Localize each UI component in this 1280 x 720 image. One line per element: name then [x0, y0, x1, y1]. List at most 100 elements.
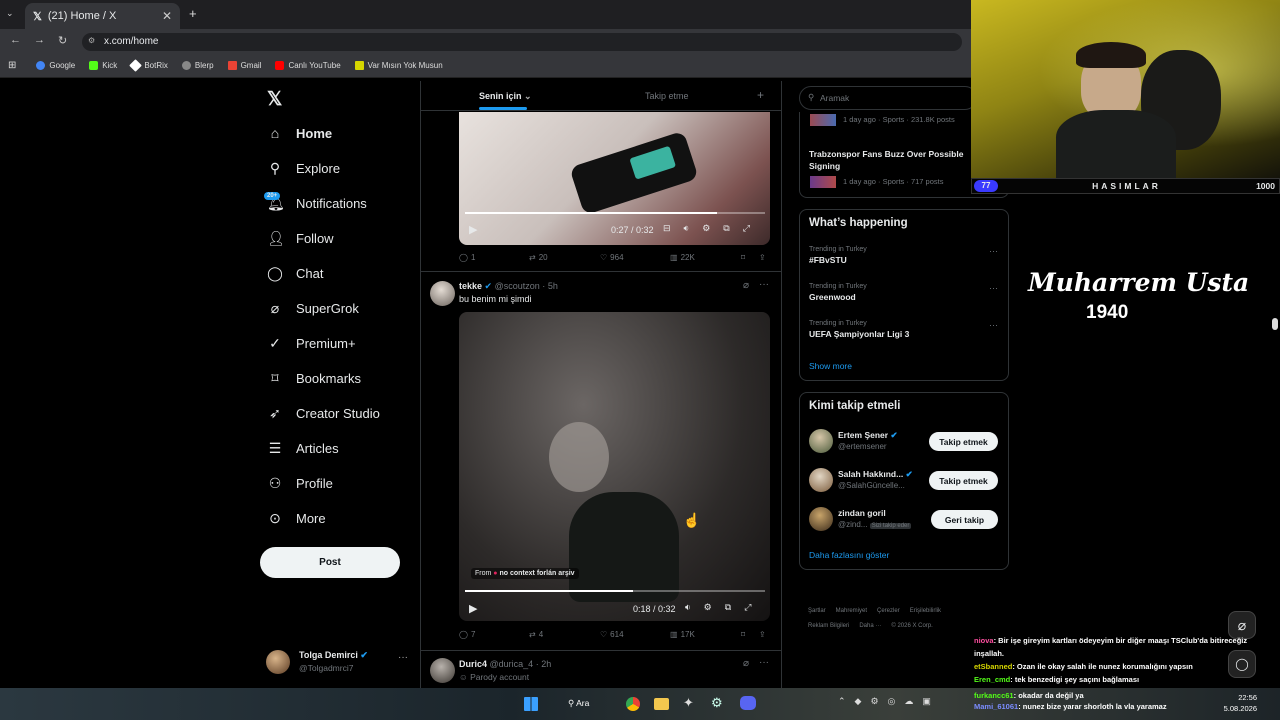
steam-tray-icon[interactable]: ⚙: [870, 696, 878, 707]
share-button[interactable]: ⇪: [759, 630, 766, 639]
tab-list-chevron-icon[interactable]: ⌄: [6, 8, 14, 19]
retweet-button[interactable]: ⇄ 4: [529, 630, 543, 639]
nav-follow[interactable]: 👤︎ Follow: [267, 224, 334, 252]
bookmark-blerp[interactable]: Blerp: [181, 61, 214, 70]
nav-notifications[interactable]: 🔔︎ Notifications: [267, 189, 367, 217]
reply-button[interactable]: ◯ 7: [459, 630, 475, 639]
trend-item[interactable]: Trending in Turkey Greenwood ···: [809, 283, 1004, 302]
share-button[interactable]: ⇪: [759, 253, 766, 262]
avatar[interactable]: [430, 281, 455, 306]
nav-chat[interactable]: ◯ Chat: [267, 259, 323, 287]
video-player[interactable]: ▶ 0:27 / 0:32 ⊟ 🔉︎ ⚙ ⧉ ⤢: [459, 112, 770, 245]
nav-more[interactable]: ⊙ More: [267, 504, 326, 532]
footer-link[interactable]: Çerezler: [877, 608, 900, 614]
volume-icon[interactable]: 🔉︎: [685, 602, 691, 613]
tray-app-icon[interactable]: ◆: [855, 696, 862, 707]
discord-icon[interactable]: [740, 696, 756, 710]
nav-explore[interactable]: ⚲ Explore: [267, 154, 340, 182]
site-info-icon[interactable]: ⚙: [88, 36, 95, 45]
reply-button[interactable]: ◯ 1: [459, 253, 475, 262]
follow-button[interactable]: Takip etmek: [929, 432, 998, 451]
new-tab-icon[interactable]: +: [189, 6, 197, 21]
views-button[interactable]: ▥ 22K: [670, 253, 695, 262]
chevron-up-icon[interactable]: ⌃: [838, 696, 846, 707]
x-home-logo-icon[interactable]: 𝕏: [267, 88, 282, 111]
post-button[interactable]: Post: [260, 547, 400, 578]
like-button[interactable]: ♡ 614: [600, 630, 624, 639]
add-tab-icon[interactable]: +: [757, 88, 764, 102]
nav-bookmarks[interactable]: ⌑ Bookmarks: [267, 364, 361, 392]
follow-back-button[interactable]: Geri takip: [931, 510, 998, 529]
back-icon[interactable]: ←: [10, 34, 21, 46]
bookmark-botrix[interactable]: BotRix: [129, 59, 168, 72]
views-button[interactable]: ▥ 17K: [670, 630, 695, 639]
footer-link[interactable]: Reklam Bilgileri: [808, 623, 849, 629]
tray-app-icon[interactable]: ◎: [888, 696, 896, 707]
fullscreen-icon[interactable]: ⤢: [744, 602, 751, 613]
avatar[interactable]: [430, 658, 455, 683]
forward-icon[interactable]: →: [34, 34, 45, 46]
bookmark-button[interactable]: ⌑: [741, 630, 745, 639]
trend-more-icon[interactable]: ···: [989, 246, 998, 256]
grok-icon[interactable]: ⌀: [743, 280, 749, 291]
trend-more-icon[interactable]: ···: [989, 283, 998, 293]
tweet-time[interactable]: 2h: [541, 659, 551, 669]
clock-time[interactable]: 22:56: [1231, 693, 1257, 702]
bookmark-google[interactable]: Google: [36, 61, 75, 70]
pip-icon[interactable]: ⧉: [725, 602, 731, 613]
author-handle[interactable]: @durica_4: [490, 659, 534, 669]
reload-icon[interactable]: ↻: [58, 34, 67, 47]
fullscreen-icon[interactable]: ⤢: [743, 223, 750, 234]
footer-link[interactable]: Erişilebilirlik: [910, 608, 941, 614]
from-source-label[interactable]: From ● no context forlán arşiv: [471, 568, 579, 579]
suggestion-row[interactable]: Ertem Şener ✔ @ertemsener Takip etmek: [809, 429, 1004, 455]
bookmark-youtube[interactable]: Canlı YouTube: [275, 61, 341, 70]
bookmark-button[interactable]: ⌑: [741, 253, 745, 262]
tray-app-icon[interactable]: ☁: [904, 696, 913, 707]
apps-grid-icon[interactable]: ⊞: [8, 60, 16, 71]
author-name[interactable]: tekke: [459, 281, 482, 291]
pip-icon[interactable]: ⧉: [723, 223, 729, 234]
news-title[interactable]: Trabzonspor Fans Buzz Over Possible Sign…: [809, 148, 989, 172]
chrome-icon[interactable]: [626, 697, 640, 711]
bookmark-gmail[interactable]: Gmail: [227, 61, 261, 70]
start-icon[interactable]: [524, 697, 538, 711]
close-tab-icon[interactable]: ✕: [162, 9, 172, 23]
follow-button[interactable]: Takip etmek: [929, 471, 998, 490]
nav-supergrok[interactable]: ⌀ SuperGrok: [267, 294, 359, 322]
browser-tab[interactable]: 𝕏 (21) Home / X ✕: [25, 3, 180, 29]
footer-link[interactable]: Şartlar: [808, 608, 826, 614]
clock-date[interactable]: 5.08.2026: [1219, 704, 1257, 713]
nav-premium[interactable]: ✓ Premium+: [267, 329, 355, 357]
bookmark-kick[interactable]: Kick: [89, 61, 117, 70]
trend-item[interactable]: Trending in Turkey #FBvSTU ···: [809, 246, 1004, 265]
video-player[interactable]: From ● no context forlán arşiv ▶ 0:18 / …: [459, 312, 770, 621]
settings-icon[interactable]: ⚙: [702, 223, 710, 234]
captions-icon[interactable]: ⊟: [663, 223, 671, 234]
account-switcher[interactable]: Tolga Demirci ✔ @Tolgadmrci7 ···: [266, 648, 416, 676]
author-name[interactable]: Duric4: [459, 659, 487, 669]
footer-link[interactable]: Daha ···: [859, 623, 881, 629]
address-bar[interactable]: ⚙ x.com/home: [82, 33, 962, 51]
video-progress-track[interactable]: [465, 212, 765, 214]
suggestion-row[interactable]: Salah Hakkınd... ✔ @SalahGüncelle... Tak…: [809, 468, 1004, 494]
suggestion-row[interactable]: zindan goril @zind... Sizi takip eder Ge…: [809, 507, 1004, 533]
show-more-link[interactable]: Daha fazlasını göster: [809, 550, 889, 560]
bookmark-var-misin[interactable]: Var Mısın Yok Musun: [354, 61, 443, 70]
taskbar-search[interactable]: ⚲ Ara: [568, 698, 589, 709]
tweet-more-icon[interactable]: ···: [759, 657, 769, 668]
tray-app-icon[interactable]: ▣: [922, 696, 931, 707]
settings-icon[interactable]: ⚙: [704, 602, 712, 613]
like-button[interactable]: ♡ 964: [600, 253, 624, 262]
nav-creator-studio[interactable]: ➶ Creator Studio: [267, 399, 380, 427]
trend-item[interactable]: Trending in Turkey UEFA Şampiyonlar Ligi…: [809, 320, 1004, 339]
account-more-icon[interactable]: ···: [398, 652, 408, 663]
footer-link[interactable]: Mahremiyet: [836, 608, 867, 614]
nav-profile[interactable]: ⚇ Profile: [267, 469, 333, 497]
retweet-button[interactable]: ⇄ 20: [529, 253, 548, 262]
nav-articles[interactable]: ☰ Articles: [267, 434, 339, 462]
nav-home[interactable]: ⌂ Home: [267, 119, 332, 147]
steam-icon[interactable]: ⚙: [711, 695, 723, 711]
tweet-more-icon[interactable]: ···: [759, 279, 769, 290]
grok-icon[interactable]: ⌀: [743, 658, 749, 669]
